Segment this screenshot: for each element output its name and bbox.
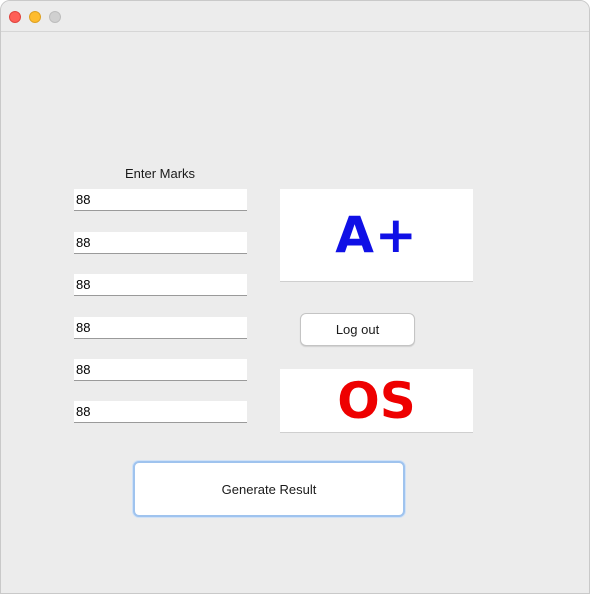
- subject-code-text: OS: [337, 371, 416, 430]
- generate-result-button[interactable]: Generate Result: [133, 461, 405, 517]
- mark-field-3[interactable]: 88: [74, 274, 247, 296]
- app-window: Enter Marks 88 88 88 88 88 88 A+ Log out…: [0, 0, 590, 594]
- enter-marks-label: Enter Marks: [124, 166, 196, 181]
- grade-display: A+: [280, 189, 473, 282]
- logout-button[interactable]: Log out: [300, 313, 415, 346]
- mark-field-6[interactable]: 88: [74, 401, 247, 423]
- mark-field-2[interactable]: 88: [74, 232, 247, 254]
- subject-display: OS: [280, 369, 473, 433]
- mark-field-5[interactable]: 88: [74, 359, 247, 381]
- mark-field-4[interactable]: 88: [74, 317, 247, 339]
- grade-text: A+: [335, 206, 418, 264]
- mark-field-1[interactable]: 88: [74, 189, 247, 211]
- maximize-window-button[interactable]: [49, 11, 61, 23]
- title-bar: [1, 1, 589, 32]
- close-window-button[interactable]: [9, 11, 21, 23]
- minimize-window-button[interactable]: [29, 11, 41, 23]
